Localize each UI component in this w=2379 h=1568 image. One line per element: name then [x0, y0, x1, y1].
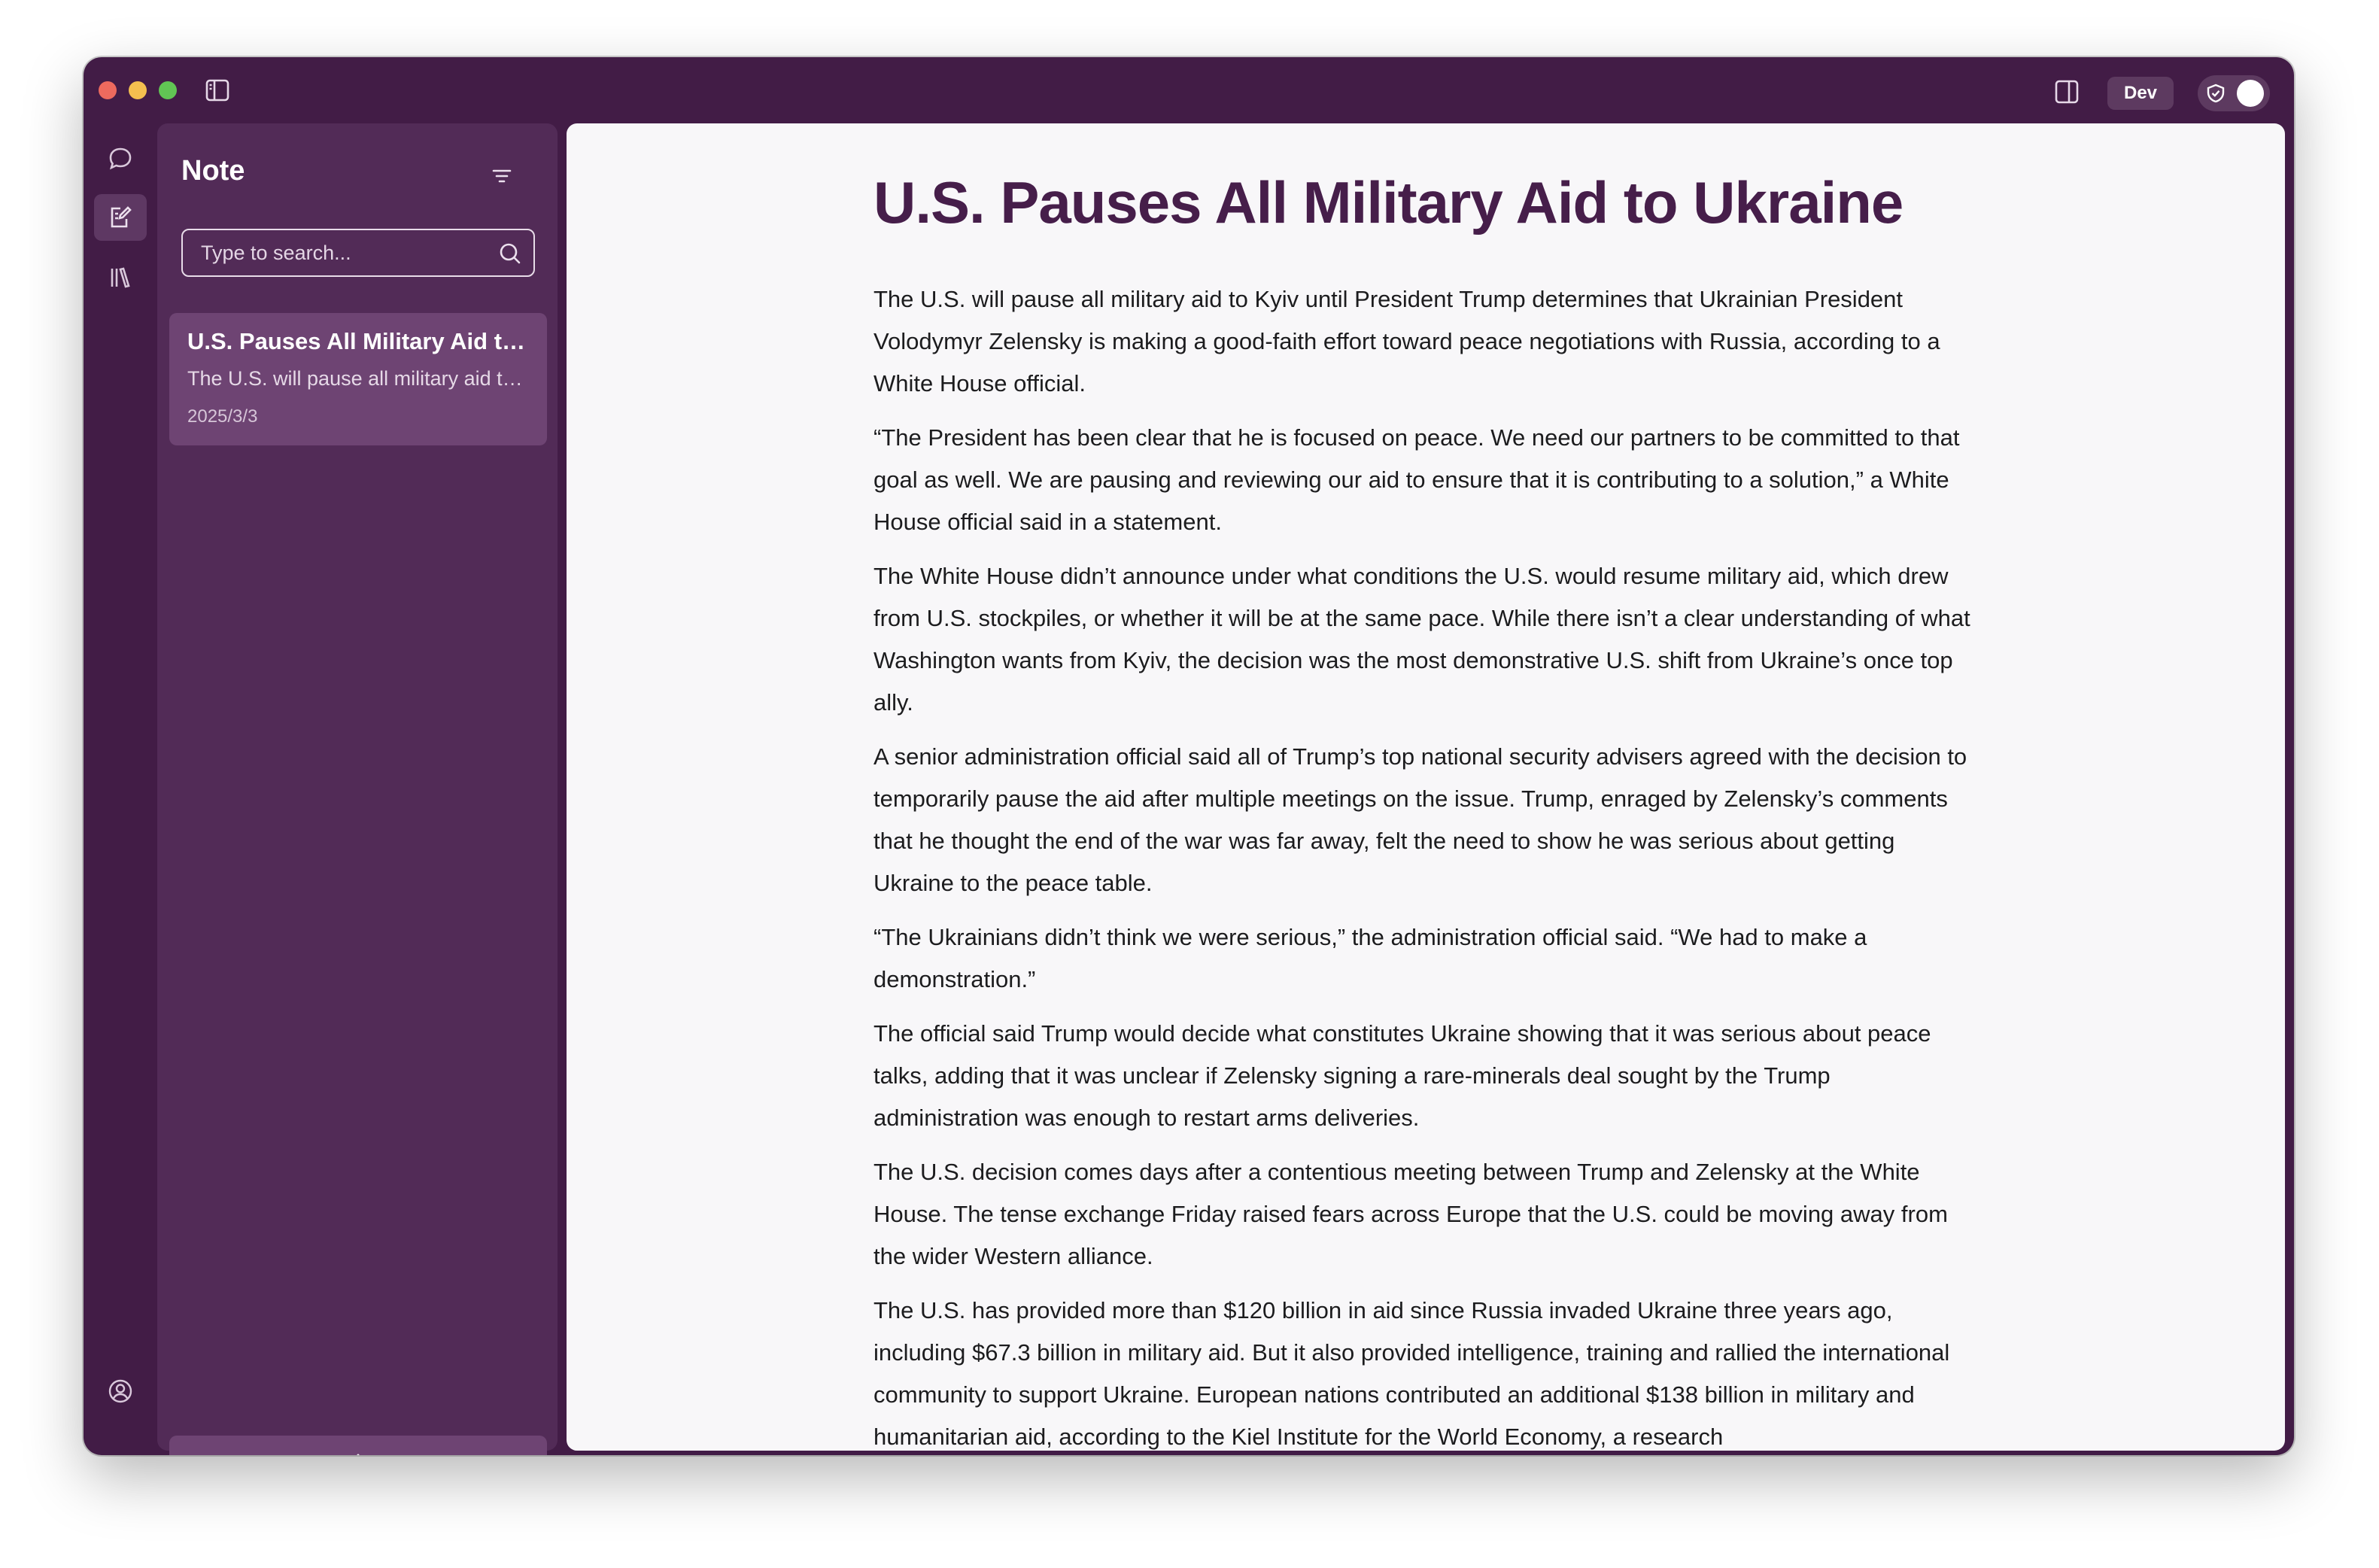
search-icon[interactable] — [497, 241, 523, 266]
add-note-button[interactable] — [169, 1436, 547, 1455]
user-icon — [108, 1379, 132, 1403]
account-button[interactable] — [94, 1368, 147, 1415]
chat-icon — [109, 147, 132, 170]
privacy-toggle[interactable] — [2198, 75, 2270, 111]
notes-panel: Note U.S. Pauses All Military Aid to Ukr… — [157, 123, 558, 1455]
notes-panel-title: Note — [181, 155, 245, 187]
library-nav-button[interactable] — [94, 254, 147, 301]
close-window-button[interactable] — [99, 81, 117, 99]
sidebar-toggle-icon[interactable] — [204, 77, 231, 104]
env-badge[interactable]: Dev — [2107, 77, 2174, 110]
article-paragraph[interactable]: A senior administration official said al… — [874, 736, 1979, 904]
chat-nav-button[interactable] — [94, 135, 147, 182]
toggle-knob — [2237, 80, 2264, 107]
note-editor[interactable]: U.S. Pauses All Military Aid to Ukraine … — [567, 123, 2285, 1451]
search-input[interactable] — [201, 230, 494, 275]
minimize-window-button[interactable] — [129, 81, 147, 99]
title-bar: Dev — [84, 57, 2294, 123]
article-paragraph[interactable]: “The Ukrainians didn’t think we were ser… — [874, 916, 1979, 1001]
article-paragraph[interactable]: The U.S. has provided more than $120 bil… — [874, 1290, 1979, 1451]
article-paragraph[interactable]: The White House didn’t announce under wh… — [874, 555, 1979, 724]
filter-icon — [492, 169, 512, 183]
article-paragraph[interactable]: The U.S. decision comes days after a con… — [874, 1151, 1979, 1278]
filter-button[interactable] — [488, 163, 515, 190]
note-date: 2025/3/3 — [187, 406, 258, 427]
article-title[interactable]: U.S. Pauses All Military Aid to Ukraine — [874, 161, 1979, 244]
article: U.S. Pauses All Military Aid to Ukraine … — [874, 161, 1979, 1451]
article-paragraph[interactable]: The official said Trump would decide wha… — [874, 1013, 1979, 1139]
article-paragraph[interactable]: “The President has been clear that he is… — [874, 417, 1979, 543]
search-box — [181, 229, 535, 277]
library-icon — [111, 267, 130, 288]
right-panel-icon[interactable] — [2053, 78, 2080, 105]
note-list-item[interactable]: U.S. Pauses All Military Aid to Ukraine … — [169, 313, 547, 445]
plus-icon — [357, 1454, 360, 1455]
note-preview: The U.S. will pause all military aid to … — [187, 367, 533, 390]
zoom-window-button[interactable] — [159, 81, 177, 99]
shield-icon — [2207, 84, 2225, 103]
article-paragraph[interactable]: The U.S. will pause all military aid to … — [874, 278, 1979, 405]
note-title: U.S. Pauses All Military Aid to Ukraine — [187, 328, 533, 354]
notes-icon — [111, 206, 132, 228]
notes-nav-button[interactable] — [94, 194, 147, 241]
app-window: Dev Note Type to search... U.S. Pauses A… — [84, 57, 2294, 1455]
